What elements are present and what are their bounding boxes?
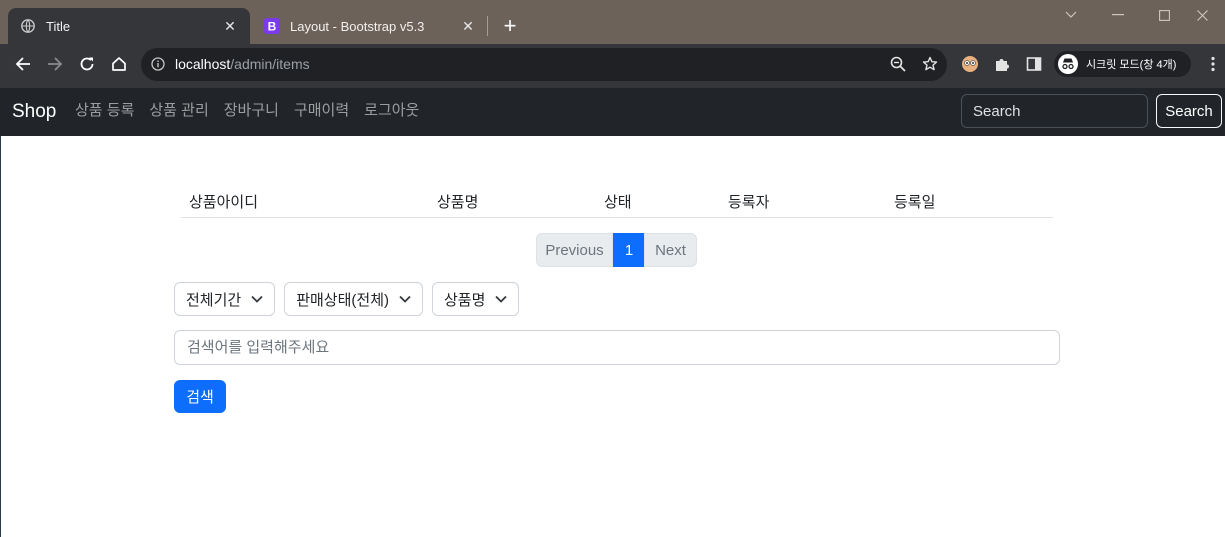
column-header-status: 상태 bbox=[604, 194, 632, 211]
close-tab-icon[interactable]: ✕ bbox=[222, 18, 238, 34]
search-by-select[interactable]: 상품명 bbox=[432, 282, 520, 316]
items-table-header: 상품아이디 상품명 상태 등록자 등록일 bbox=[181, 188, 1053, 218]
url-path: /admin/items bbox=[230, 56, 310, 72]
url-text: localhost/admin/items bbox=[175, 56, 310, 72]
pagination-next[interactable]: Next bbox=[644, 233, 697, 267]
nav-link-register-product[interactable]: 상품 등록 bbox=[75, 101, 134, 121]
browser-tab-active[interactable]: Title ✕ bbox=[8, 8, 250, 44]
column-header-item-name: 상품명 bbox=[437, 194, 479, 211]
browser-tab-inactive[interactable]: B Layout - Bootstrap v5.3 ✕ bbox=[252, 8, 488, 44]
chevron-down-icon bbox=[251, 293, 263, 305]
tab-title: Layout - Bootstrap v5.3 bbox=[290, 18, 425, 34]
zoom-icon[interactable] bbox=[884, 50, 912, 78]
new-tab-button[interactable]: + bbox=[498, 13, 522, 38]
tab-title: Title bbox=[46, 18, 71, 34]
close-window-icon[interactable] bbox=[1179, 0, 1225, 30]
search-button[interactable]: 검색 bbox=[174, 380, 226, 413]
forward-arrow-icon[interactable] bbox=[41, 50, 69, 78]
pagination: Previous 1 Next bbox=[536, 233, 697, 267]
page-left-border bbox=[0, 136, 1, 537]
navbar-brand[interactable]: Shop bbox=[12, 100, 56, 124]
side-panel-icon[interactable] bbox=[1020, 50, 1048, 78]
column-header-reg-date: 등록일 bbox=[894, 194, 936, 211]
sale-status-select-value: 판매상태(전체) bbox=[296, 291, 389, 309]
close-tab-icon[interactable]: ✕ bbox=[460, 18, 476, 34]
tab-search-icon[interactable] bbox=[1048, 0, 1094, 30]
home-icon[interactable] bbox=[105, 50, 133, 78]
column-header-registrant: 등록자 bbox=[728, 194, 770, 211]
pagination-page-current[interactable]: 1 bbox=[613, 233, 645, 267]
sale-status-select[interactable]: 판매상태(전체) bbox=[284, 282, 423, 316]
incognito-badge[interactable]: 시크릿 모드(창 4개) bbox=[1054, 51, 1191, 77]
nav-link-logout[interactable]: 로그아웃 bbox=[364, 101, 419, 121]
extension-face-icon[interactable] bbox=[956, 50, 984, 78]
navbar-links: 상품 등록 상품 관리 장바구니 구매이력 로그아웃 bbox=[75, 101, 434, 121]
url-host: localhost bbox=[175, 56, 231, 72]
reload-icon[interactable] bbox=[73, 50, 101, 78]
chevron-down-icon bbox=[399, 293, 411, 305]
bookmark-star-icon[interactable] bbox=[916, 50, 944, 78]
bootstrap-logo-icon: B bbox=[264, 18, 280, 34]
incognito-icon bbox=[1058, 54, 1078, 74]
navbar-search-button[interactable]: Search bbox=[1156, 94, 1222, 128]
globe-icon bbox=[20, 18, 36, 34]
period-select[interactable]: 전체기간 bbox=[174, 282, 276, 316]
period-select-value: 전체기간 bbox=[186, 291, 242, 309]
navbar-search-input[interactable] bbox=[961, 94, 1148, 128]
incognito-label: 시크릿 모드(창 4개) bbox=[1086, 59, 1177, 71]
search-by-select-value: 상품명 bbox=[444, 291, 486, 309]
back-arrow-icon[interactable] bbox=[9, 50, 37, 78]
column-header-item-id: 상품아이디 bbox=[189, 194, 259, 211]
nav-link-purchase-history[interactable]: 구매이력 bbox=[294, 101, 349, 121]
tab-divider bbox=[487, 16, 488, 36]
filter-row: 전체기간 판매상태(전체) 상품명 bbox=[174, 282, 528, 316]
menu-dots-icon[interactable] bbox=[1199, 50, 1225, 78]
pagination-previous[interactable]: Previous bbox=[536, 233, 613, 267]
chevron-down-icon bbox=[495, 293, 508, 305]
nav-link-cart[interactable]: 장바구니 bbox=[224, 101, 279, 121]
svg-text:B: B bbox=[268, 20, 277, 34]
site-info-icon[interactable] bbox=[150, 56, 166, 72]
nav-link-manage-products[interactable]: 상품 관리 bbox=[149, 101, 208, 121]
extensions-puzzle-icon[interactable] bbox=[988, 50, 1016, 78]
search-keyword-input[interactable] bbox=[174, 330, 1060, 365]
minimize-icon[interactable] bbox=[1095, 0, 1141, 30]
